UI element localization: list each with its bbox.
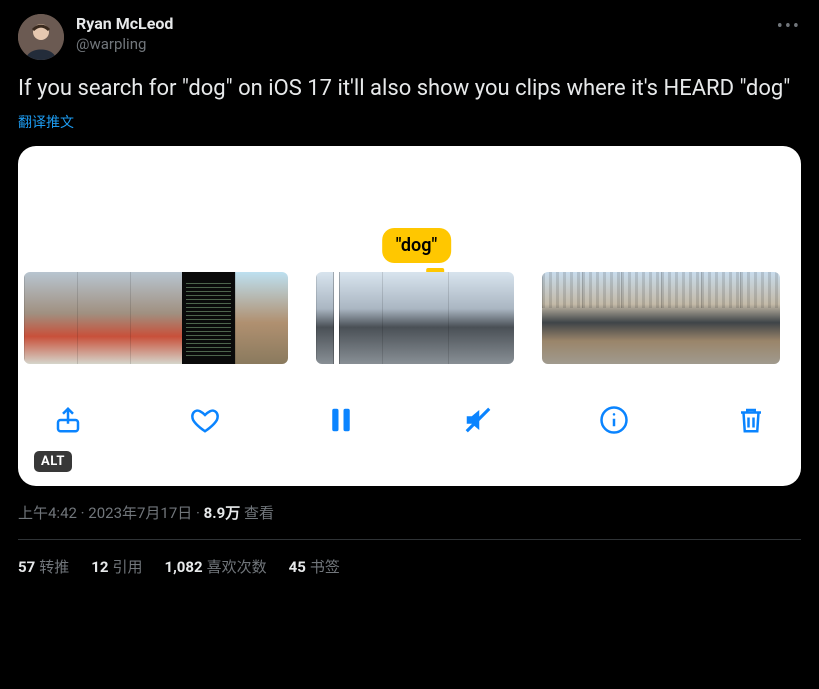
- info-icon[interactable]: [598, 404, 630, 436]
- views-label: 查看: [244, 504, 274, 522]
- likes-stat[interactable]: 1,082 喜欢次数: [164, 556, 266, 577]
- clip-thumb[interactable]: [382, 272, 448, 364]
- clip-group[interactable]: [24, 272, 288, 364]
- clip-thumb[interactable]: [701, 272, 741, 364]
- translate-link[interactable]: 翻译推文: [18, 112, 801, 132]
- bookmarks-label: 书签: [310, 558, 340, 576]
- quotes-label: 引用: [112, 558, 142, 576]
- media-card: "dog": [18, 146, 801, 486]
- clip-thumb[interactable]: [448, 272, 514, 364]
- alt-badge[interactable]: ALT: [34, 451, 72, 472]
- views-count: 8.9万: [204, 504, 241, 522]
- tweet-stats: 57转推 12引用 1,082 喜欢次数 45书签: [18, 540, 801, 577]
- more-icon[interactable]: •••: [777, 16, 801, 37]
- mute-icon[interactable]: [462, 404, 494, 436]
- timestamp[interactable]: 上午4:42 · 2023年7月17日: [18, 504, 192, 522]
- clip-thumb[interactable]: [235, 272, 288, 364]
- clip-group[interactable]: [542, 272, 780, 364]
- clip-thumb[interactable]: [621, 272, 661, 364]
- share-icon[interactable]: [52, 404, 84, 436]
- author-names: Ryan McLeod @warpling: [76, 14, 173, 54]
- trash-icon[interactable]: [735, 404, 767, 436]
- quotes-stat[interactable]: 12引用: [91, 556, 142, 577]
- media-toolbar: [18, 365, 801, 457]
- clip-thumb[interactable]: [77, 272, 130, 364]
- tweet: Ryan McLeod @warpling ••• If you search …: [0, 0, 819, 577]
- clip-thumb[interactable]: [130, 272, 183, 364]
- search-highlight-label: "dog": [382, 228, 452, 263]
- tweet-text: If you search for "dog" on iOS 17 it'll …: [18, 74, 801, 104]
- playhead[interactable]: [334, 272, 339, 364]
- clip-thumb[interactable]: [661, 272, 701, 364]
- bookmarks-stat[interactable]: 45书签: [289, 556, 340, 577]
- bookmarks-count: 45: [289, 558, 306, 576]
- video-timeline[interactable]: [18, 271, 801, 365]
- avatar[interactable]: [18, 14, 64, 60]
- clip-thumb[interactable]: [542, 272, 582, 364]
- display-name[interactable]: Ryan McLeod: [76, 14, 173, 35]
- clip-thumb[interactable]: [24, 272, 77, 364]
- clip-thumb[interactable]: [182, 272, 235, 364]
- likes-count: 1,082: [164, 558, 202, 576]
- media-top: "dog": [18, 146, 801, 271]
- quotes-count: 12: [91, 558, 108, 576]
- retweets-stat[interactable]: 57转推: [18, 556, 69, 577]
- handle[interactable]: @warpling: [76, 35, 173, 55]
- retweets-count: 57: [18, 558, 35, 576]
- pause-icon[interactable]: [325, 404, 357, 436]
- tweet-meta: 上午4:42 · 2023年7月17日 · 8.9万 查看: [18, 502, 801, 523]
- tweet-header: Ryan McLeod @warpling •••: [18, 14, 801, 60]
- clip-thumb[interactable]: [316, 272, 382, 364]
- retweets-label: 转推: [39, 558, 69, 576]
- heart-icon[interactable]: [189, 404, 221, 436]
- likes-label: 喜欢次数: [207, 558, 267, 576]
- clip-group[interactable]: [316, 272, 514, 364]
- clip-thumb[interactable]: [582, 272, 622, 364]
- clip-thumb[interactable]: [740, 272, 780, 364]
